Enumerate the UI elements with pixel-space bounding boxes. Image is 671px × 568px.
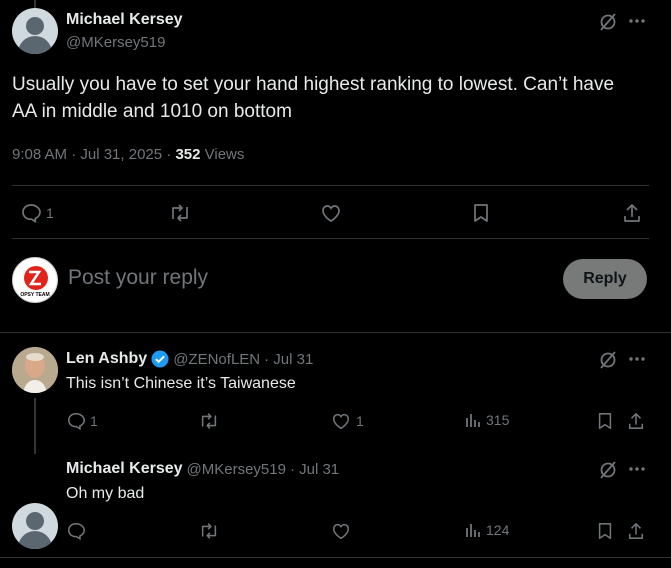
share-icon[interactable] xyxy=(627,521,645,541)
repost-icon[interactable] xyxy=(198,521,220,541)
grok-icon[interactable] xyxy=(598,350,618,370)
repost-icon[interactable] xyxy=(198,411,220,431)
author-name[interactable]: Michael Kersey xyxy=(66,460,183,478)
reply-icon xyxy=(20,202,42,224)
post-text-line: AA in middle and 1010 on bottom xyxy=(12,101,292,122)
more-icon[interactable] xyxy=(628,356,646,362)
avatar[interactable] xyxy=(12,503,58,549)
avatar[interactable] xyxy=(12,8,58,54)
views-count: 352 xyxy=(175,146,201,163)
repost-icon[interactable] xyxy=(168,202,192,224)
thread-line xyxy=(34,0,36,8)
like-icon[interactable] xyxy=(319,202,343,224)
author-name[interactable]: Michael Kersey xyxy=(66,11,183,29)
like-action[interactable]: 1 xyxy=(330,411,364,431)
divider xyxy=(0,332,671,333)
reply-header: Len Ashby @ZENofLEN · Jul 31 xyxy=(66,350,313,368)
reply-text: This isn’t Chinese it’s Taiwanese xyxy=(66,375,296,392)
reply-header: Michael Kersey @MKersey519 · Jul 31 xyxy=(66,460,339,478)
like-icon[interactable] xyxy=(330,521,352,541)
divider xyxy=(0,557,671,558)
share-icon[interactable] xyxy=(627,411,645,431)
views-action[interactable]: 124 xyxy=(464,521,509,539)
grok-icon[interactable] xyxy=(598,12,618,32)
share-icon[interactable] xyxy=(622,202,642,224)
reply-action[interactable] xyxy=(66,521,86,541)
post-text-line: Usually you have to set your hand highes… xyxy=(12,74,615,95)
avatar[interactable] xyxy=(12,347,58,393)
reply-count: 1 xyxy=(90,413,98,429)
views-count: 315 xyxy=(486,412,510,428)
bookmark-icon[interactable] xyxy=(596,521,614,541)
like-count: 1 xyxy=(356,413,364,429)
post-timestamp[interactable]: 9:08 AM · Jul 31, 2025 · xyxy=(12,146,175,163)
views-label: Views xyxy=(200,146,245,163)
reply-icon xyxy=(66,521,86,541)
post-date[interactable]: · Jul 31 xyxy=(264,351,313,368)
reply-action[interactable]: 1 xyxy=(66,411,98,431)
reply-button[interactable]: Reply xyxy=(563,259,647,299)
post-text: Usually you have to set your hand highes… xyxy=(12,71,614,125)
author-name[interactable]: Len Ashby xyxy=(66,350,147,368)
composer-avatar-text: OPSY TEAM xyxy=(20,292,50,298)
reply-count: 1 xyxy=(46,205,54,221)
divider xyxy=(12,185,649,186)
post-date[interactable]: · Jul 31 xyxy=(290,461,339,478)
reply-text: Oh my bad xyxy=(66,485,145,502)
views-count: 124 xyxy=(486,522,510,538)
verified-icon xyxy=(151,350,169,368)
grok-icon[interactable] xyxy=(598,460,618,480)
views-action[interactable]: 315 xyxy=(464,411,509,429)
composer-avatar: OPSY TEAM xyxy=(12,257,58,303)
post-meta: 9:08 AM · Jul 31, 2025 · 352 Views xyxy=(12,146,244,163)
more-icon[interactable] xyxy=(628,466,646,472)
like-icon xyxy=(330,411,352,431)
divider xyxy=(12,238,649,239)
author-handle[interactable]: @ZENofLEN xyxy=(173,351,260,368)
views-icon xyxy=(464,521,482,539)
views-icon xyxy=(464,411,482,429)
bookmark-icon[interactable] xyxy=(596,411,614,431)
bookmark-icon[interactable] xyxy=(471,202,491,224)
more-icon[interactable] xyxy=(628,18,646,24)
thread-line xyxy=(34,398,36,454)
author-handle[interactable]: @MKersey519 xyxy=(187,461,286,478)
author-handle[interactable]: @MKersey519 xyxy=(66,34,165,51)
reply-action[interactable]: 1 xyxy=(20,202,54,224)
reply-icon xyxy=(66,411,86,431)
reply-input[interactable]: Post your reply xyxy=(68,266,208,290)
